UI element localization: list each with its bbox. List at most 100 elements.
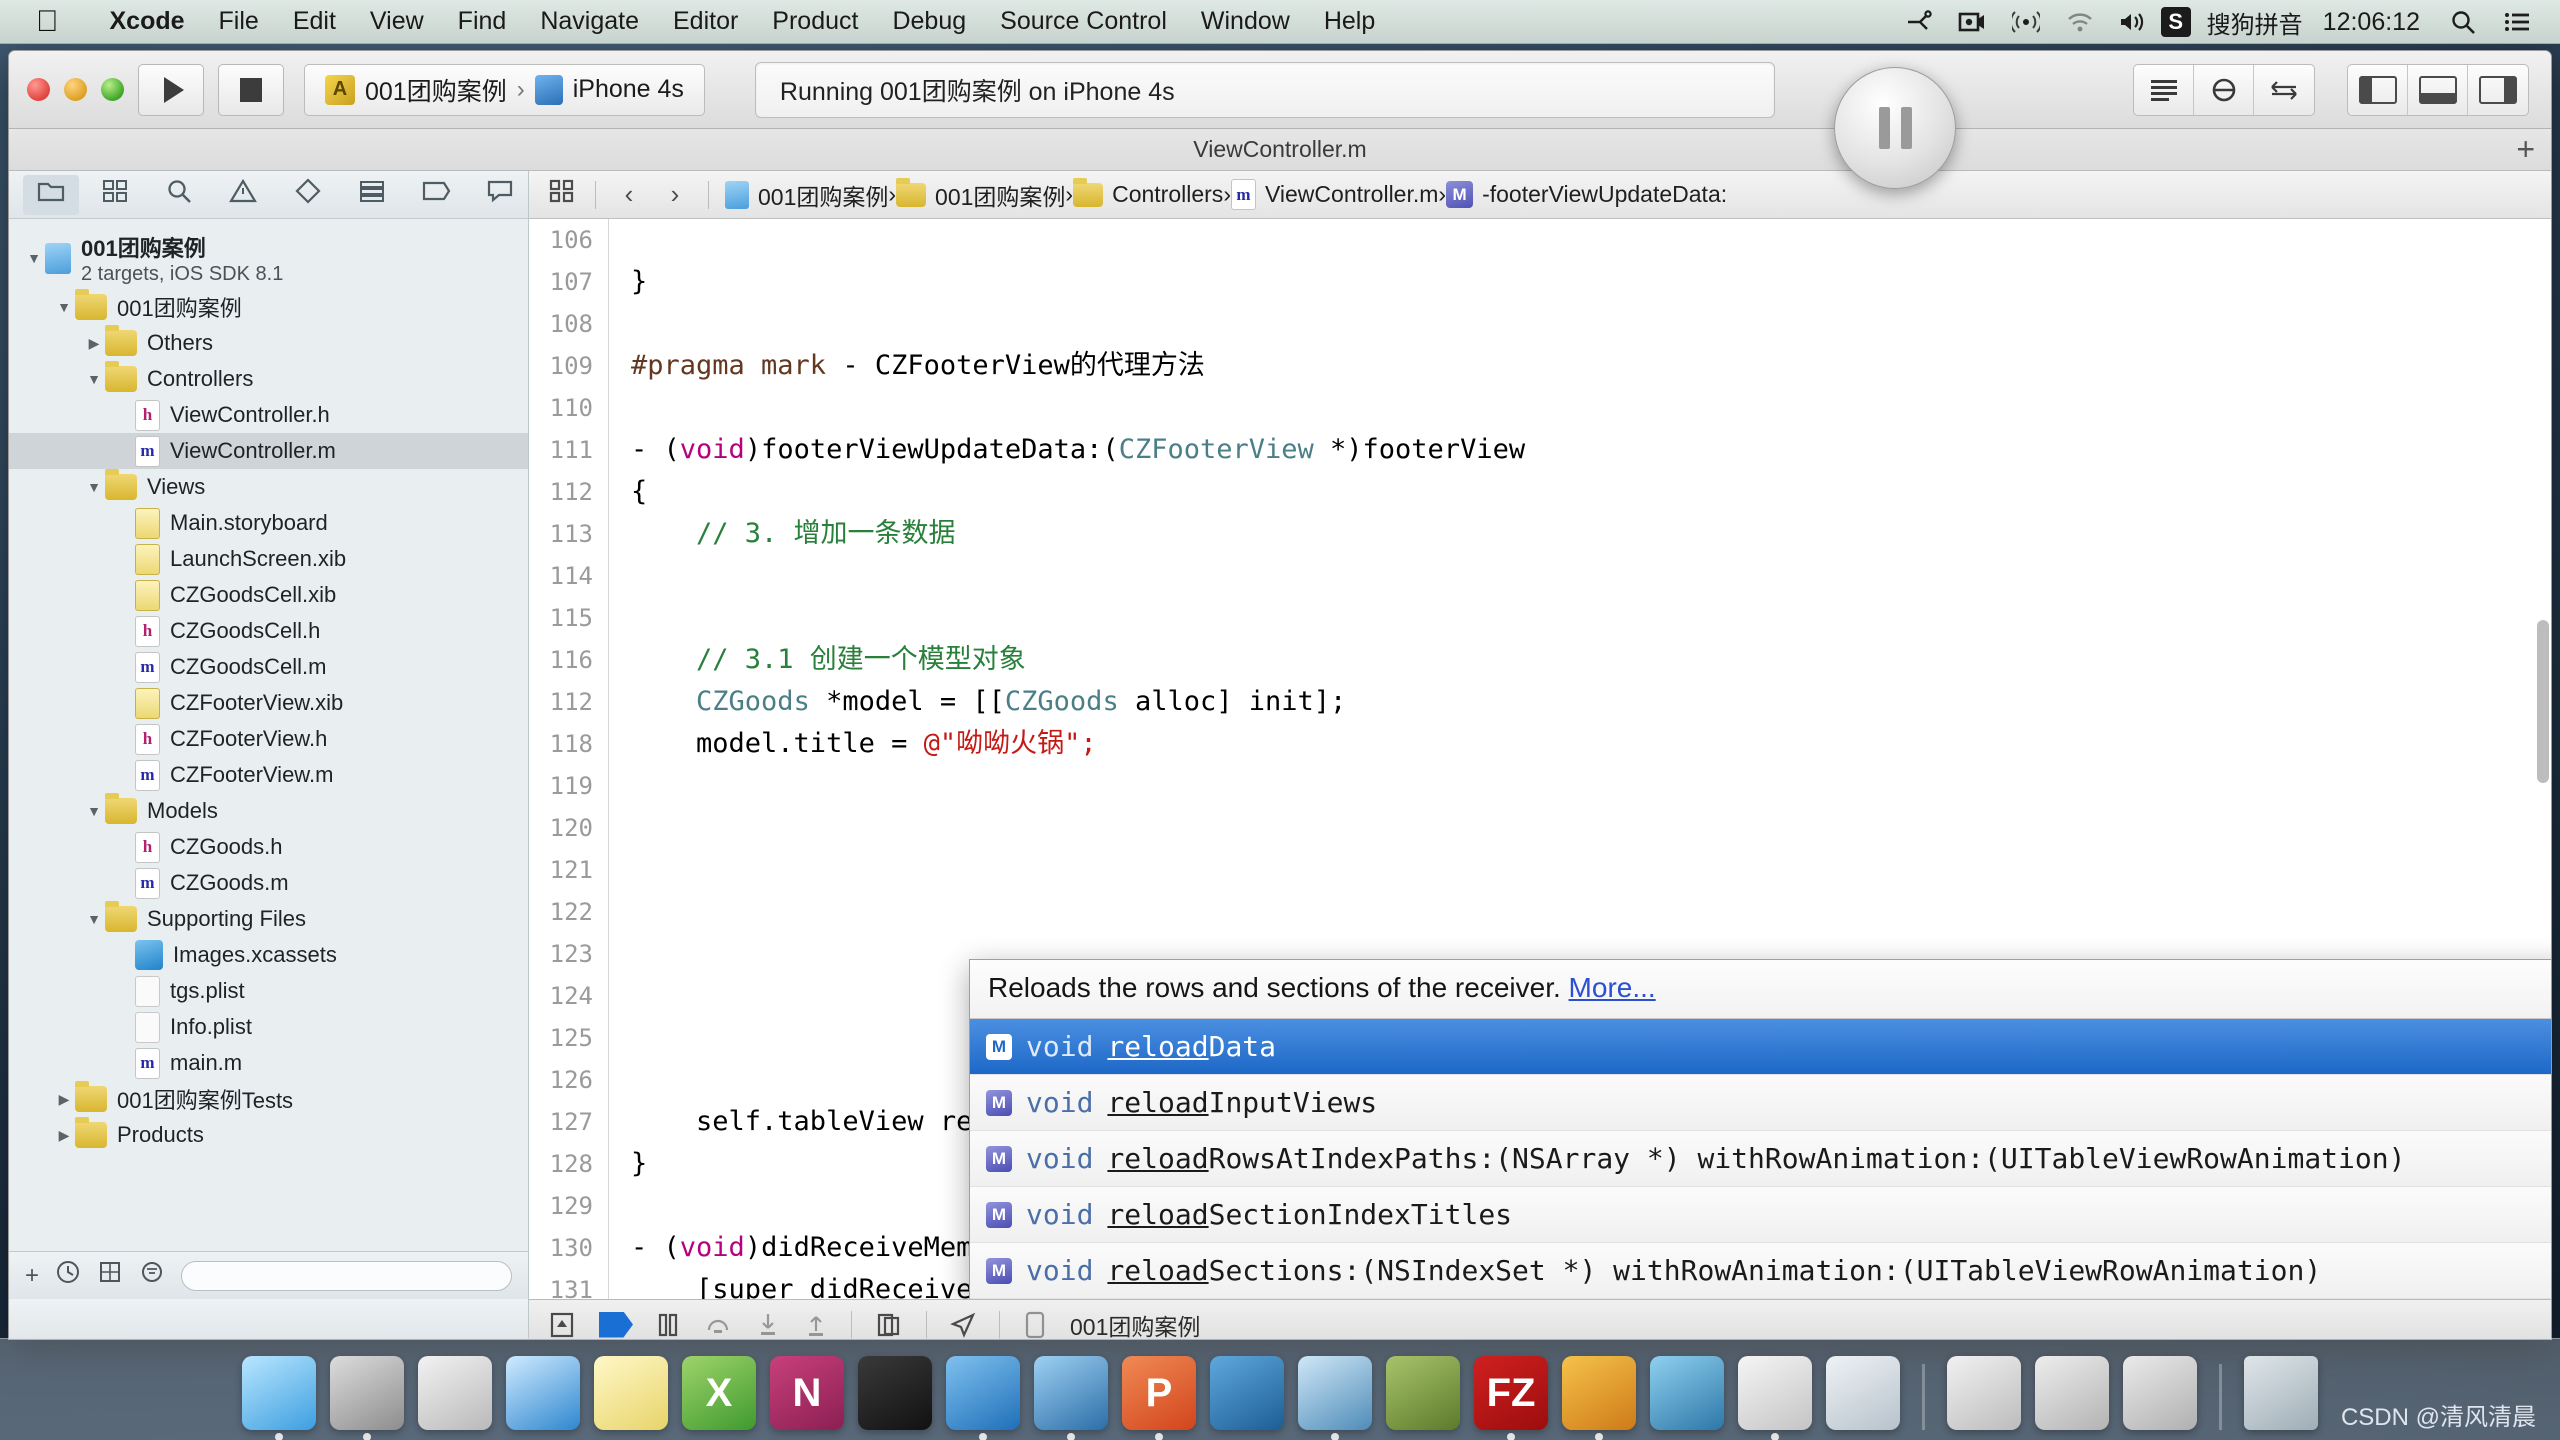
utilities-toggle-icon[interactable] (2468, 65, 2528, 115)
scheme-selector[interactable]: 001团购案例 › iPhone 4s (304, 63, 705, 116)
tree-row[interactable]: ▼ Models (9, 793, 528, 829)
tree-row[interactable]: ▼ Controllers (9, 361, 528, 397)
dock-item-simulator[interactable] (1034, 1356, 1108, 1430)
tree-row[interactable]: Images.xcassets (9, 937, 528, 973)
symbol-navigator-tab[interactable] (87, 175, 143, 215)
back-chevron-icon[interactable]: ‹ (612, 179, 646, 210)
dock-item-terminal[interactable] (858, 1356, 932, 1430)
disclosure-closed-icon[interactable]: ▶ (53, 1127, 75, 1144)
dock-item-instruments[interactable] (1210, 1356, 1284, 1430)
filter-icon[interactable] (139, 1259, 165, 1292)
filter-input[interactable] (181, 1260, 512, 1291)
navigator-toggle-icon[interactable] (2348, 65, 2408, 115)
scrollbar-thumb[interactable] (2537, 619, 2549, 783)
menu-bar-clock[interactable]: 12:06:12 (2313, 8, 2436, 37)
tree-row[interactable]: h CZGoods.h (9, 829, 528, 865)
location-simulate-icon[interactable] (949, 1311, 977, 1339)
step-into-icon[interactable] (755, 1311, 781, 1339)
clock-icon[interactable] (55, 1259, 81, 1292)
hide-debug-area-icon[interactable] (547, 1310, 577, 1340)
completion-item[interactable]: Mvoid reloadRowsAtIndexPaths:(NSArray *) … (970, 1131, 2551, 1187)
notification-center-icon[interactable] (2490, 0, 2544, 44)
tree-row[interactable]: m CZGoods.m (9, 865, 528, 901)
tree-row[interactable]: ▼ 001团购案例 (9, 289, 528, 325)
tree-row[interactable]: h CZGoodsCell.h (9, 613, 528, 649)
breadcrumb-3[interactable]: Controllers (1073, 177, 1223, 208)
tree-row[interactable]: Main.storyboard (9, 505, 528, 541)
wifi-icon[interactable] (2053, 0, 2107, 44)
minimize-window-button[interactable] (64, 78, 87, 101)
version-editor-icon[interactable] (2254, 65, 2314, 115)
tree-row[interactable]: ▶ 001团购案例Tests (9, 1081, 528, 1117)
disclosure-open-icon[interactable]: ▼ (83, 803, 105, 819)
stop-button[interactable] (218, 63, 284, 116)
menu-item-debug[interactable]: Debug (875, 7, 983, 36)
search-icon[interactable] (2436, 0, 2490, 44)
input-method-label[interactable]: 搜狗拼音 (2197, 5, 2313, 40)
completion-more-link[interactable]: More... (1569, 972, 1656, 1003)
dock-item-microsoft-onenote[interactable]: N (770, 1356, 844, 1430)
dock-item-launchpad[interactable] (418, 1356, 492, 1430)
close-window-button[interactable] (27, 78, 50, 101)
breadcrumb-1[interactable]: 001团购案例 (725, 178, 888, 212)
tree-row[interactable]: m CZFooterView.m (9, 757, 528, 793)
menu-item-product[interactable]: Product (755, 7, 875, 36)
menu-item-file[interactable]: File (202, 7, 276, 36)
dock-item-desktop-stack[interactable] (2123, 1356, 2197, 1430)
forward-chevron-icon[interactable]: › (658, 179, 692, 210)
source-control-icon[interactable] (97, 1259, 123, 1292)
breakpoint-navigator-tab[interactable] (408, 175, 464, 215)
tree-row[interactable]: ▶ Products (9, 1117, 528, 1153)
disclosure-closed-icon[interactable]: ▶ (53, 1091, 75, 1108)
tree-row[interactable]: ▶ Others (9, 325, 528, 361)
completion-item[interactable]: Mvoid reloadSections:(NSIndexSet *) withR… (970, 1243, 2551, 1299)
add-editor-tab-button[interactable]: + (2516, 131, 2535, 168)
tree-row[interactable]: ▼ Supporting Files (9, 901, 528, 937)
dock-item-documents-stack[interactable] (2035, 1356, 2109, 1430)
menu-item-source-control[interactable]: Source Control (983, 7, 1184, 36)
disclosure-open-icon[interactable]: ▼ (83, 479, 105, 495)
disclosure-open-icon[interactable]: ▼ (53, 299, 75, 315)
menu-item-help[interactable]: Help (1307, 7, 1392, 36)
menu-item-edit[interactable]: Edit (276, 7, 353, 36)
code-completion-popup[interactable]: Reloads the rows and sections of the rec… (969, 959, 2551, 1299)
view-debugging-icon[interactable] (874, 1311, 904, 1339)
debug-area-toggle-icon[interactable] (2408, 65, 2468, 115)
source-editor[interactable]: 106 107} 108 109 #pragma mark - CZFooterView… (529, 219, 2551, 1299)
find-navigator-tab[interactable] (151, 175, 207, 215)
dock-item-preview[interactable] (1738, 1356, 1812, 1430)
disclosure-open-icon[interactable]: ▼ (23, 250, 45, 266)
breadcrumb-5[interactable]: M -footerViewUpdateData: (1446, 181, 1727, 208)
dock-item-image-viewer[interactable] (1562, 1356, 1636, 1430)
dock-item-system-preferences[interactable] (330, 1356, 404, 1430)
dock-item-finder[interactable] (242, 1356, 316, 1430)
disclosure-open-icon[interactable]: ▼ (83, 911, 105, 927)
tree-row[interactable]: CZGoodsCell.xib (9, 577, 528, 613)
tree-row[interactable]: m main.m (9, 1045, 528, 1081)
pause-button[interactable] (1834, 67, 1956, 189)
tree-row[interactable]: h ViewController.h (9, 397, 528, 433)
dock-item-downloads-stack[interactable] (1947, 1356, 2021, 1430)
completion-item[interactable]: Mvoid reloadSectionIndexTitles (970, 1187, 2551, 1243)
dock-item-charles[interactable] (1650, 1356, 1724, 1430)
tree-row[interactable]: Info.plist (9, 1009, 528, 1045)
standard-editor-icon[interactable] (2134, 65, 2194, 115)
dock-item-archive-utility[interactable] (1386, 1356, 1460, 1430)
project-navigator-tree[interactable]: ▼ 001团购案例 2 targets, iOS SDK 8.1 ▼ 001团购案例 ▶ O… (9, 219, 528, 1251)
disclosure-open-icon[interactable]: ▼ (83, 371, 105, 387)
tree-row[interactable]: CZFooterView.xib (9, 685, 528, 721)
pause-program-icon[interactable] (655, 1311, 681, 1339)
airplay-icon[interactable] (1999, 0, 2053, 44)
step-out-icon[interactable] (803, 1311, 829, 1339)
assistant-editor-icon[interactable] (2194, 65, 2254, 115)
dock-item-microsoft-excel[interactable]: X (682, 1356, 756, 1430)
issue-navigator-tab[interactable] (215, 175, 271, 215)
step-over-icon[interactable] (703, 1312, 733, 1338)
breadcrumb-2[interactable]: 001团购案例 (896, 177, 1065, 212)
add-file-button[interactable]: + (25, 1262, 39, 1290)
completion-list[interactable]: Mvoid reloadData Mvoid reloadInputViews Mvoi… (970, 1019, 2551, 1299)
project-navigator-tab[interactable] (23, 174, 80, 215)
menu-item-window[interactable]: Window (1184, 7, 1307, 36)
zoom-window-button[interactable] (101, 78, 124, 101)
volume-icon[interactable] (2107, 0, 2161, 44)
